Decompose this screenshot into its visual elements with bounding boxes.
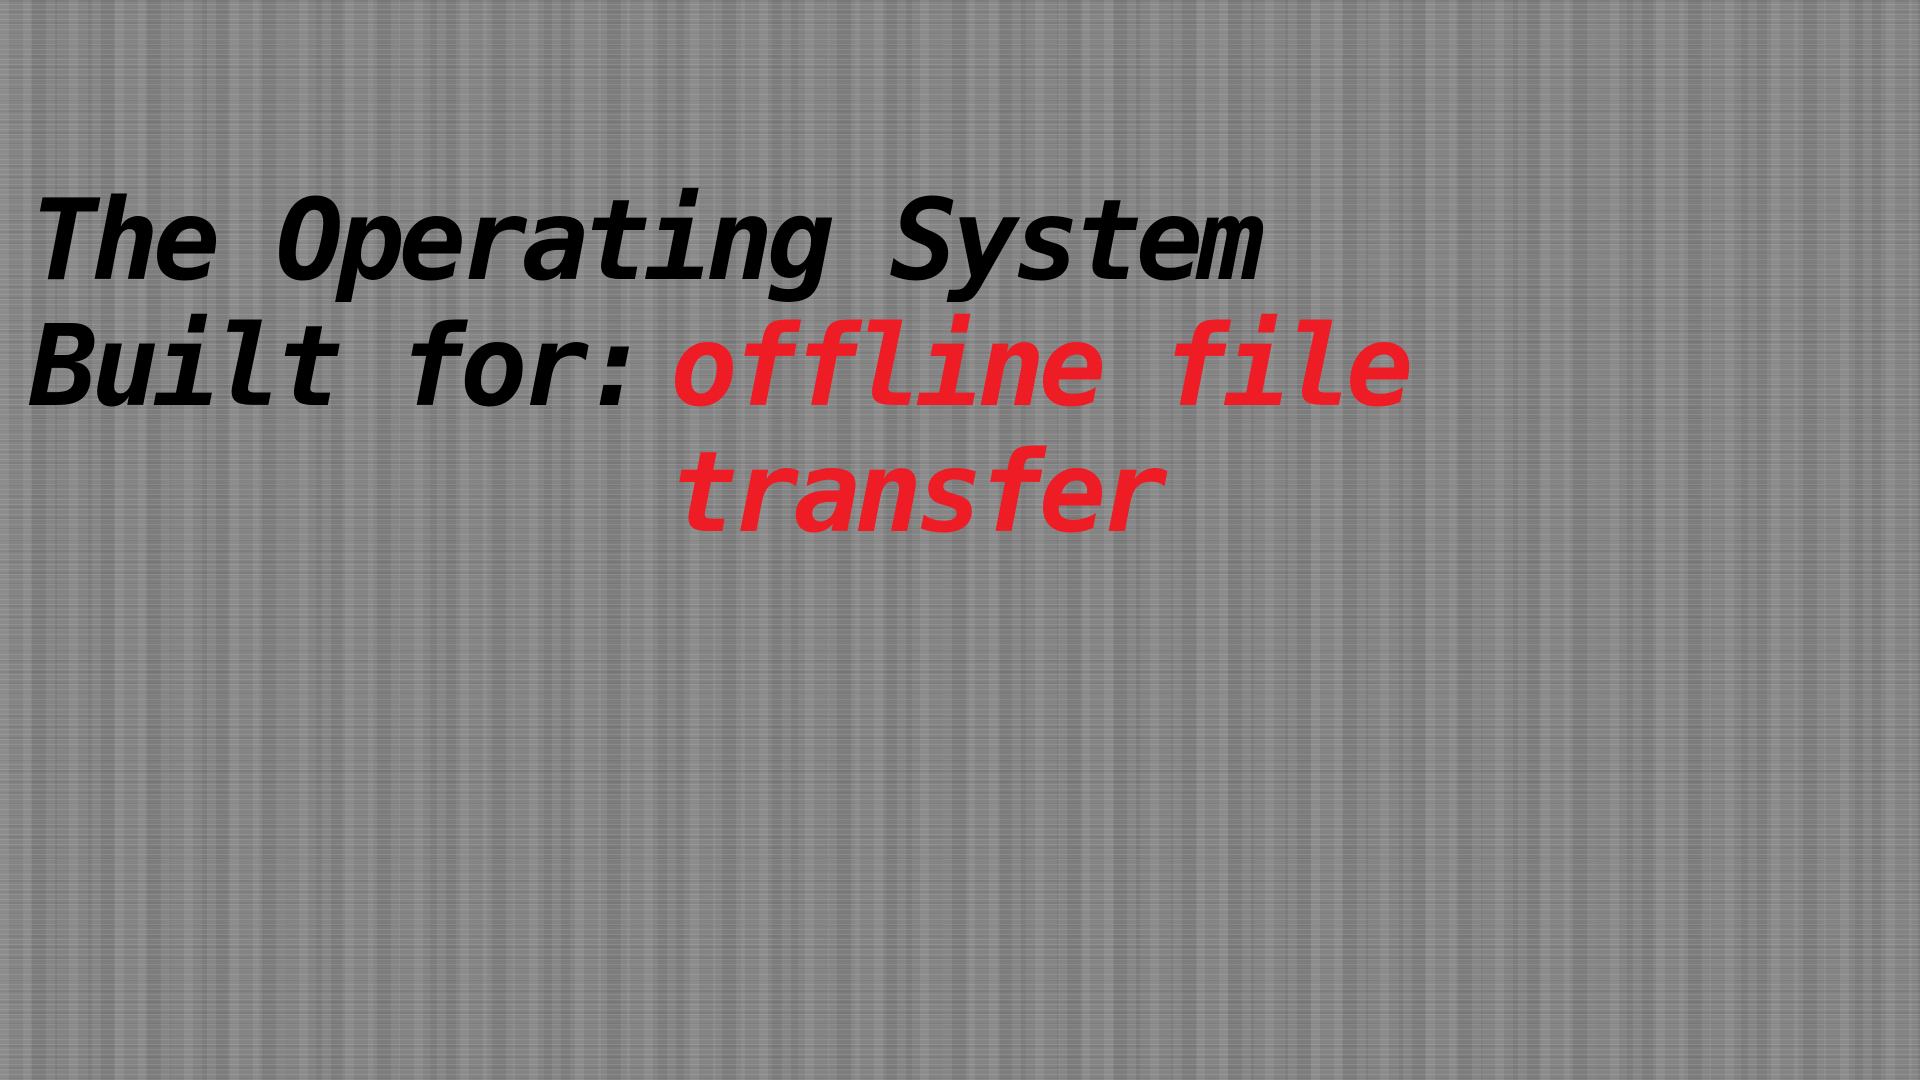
headline-line-1: The Operating System bbox=[30, 176, 1265, 306]
built-for-label: Built for: bbox=[30, 302, 650, 432]
headline: The Operating System Built for: offline … bbox=[30, 176, 1413, 558]
purpose-highlight: offline file transfer bbox=[670, 302, 1413, 558]
desktop-background: { "headline": { "line1": "The Operating … bbox=[0, 0, 1920, 1080]
headline-line-2: Built for: offline file transfer bbox=[30, 302, 1413, 558]
